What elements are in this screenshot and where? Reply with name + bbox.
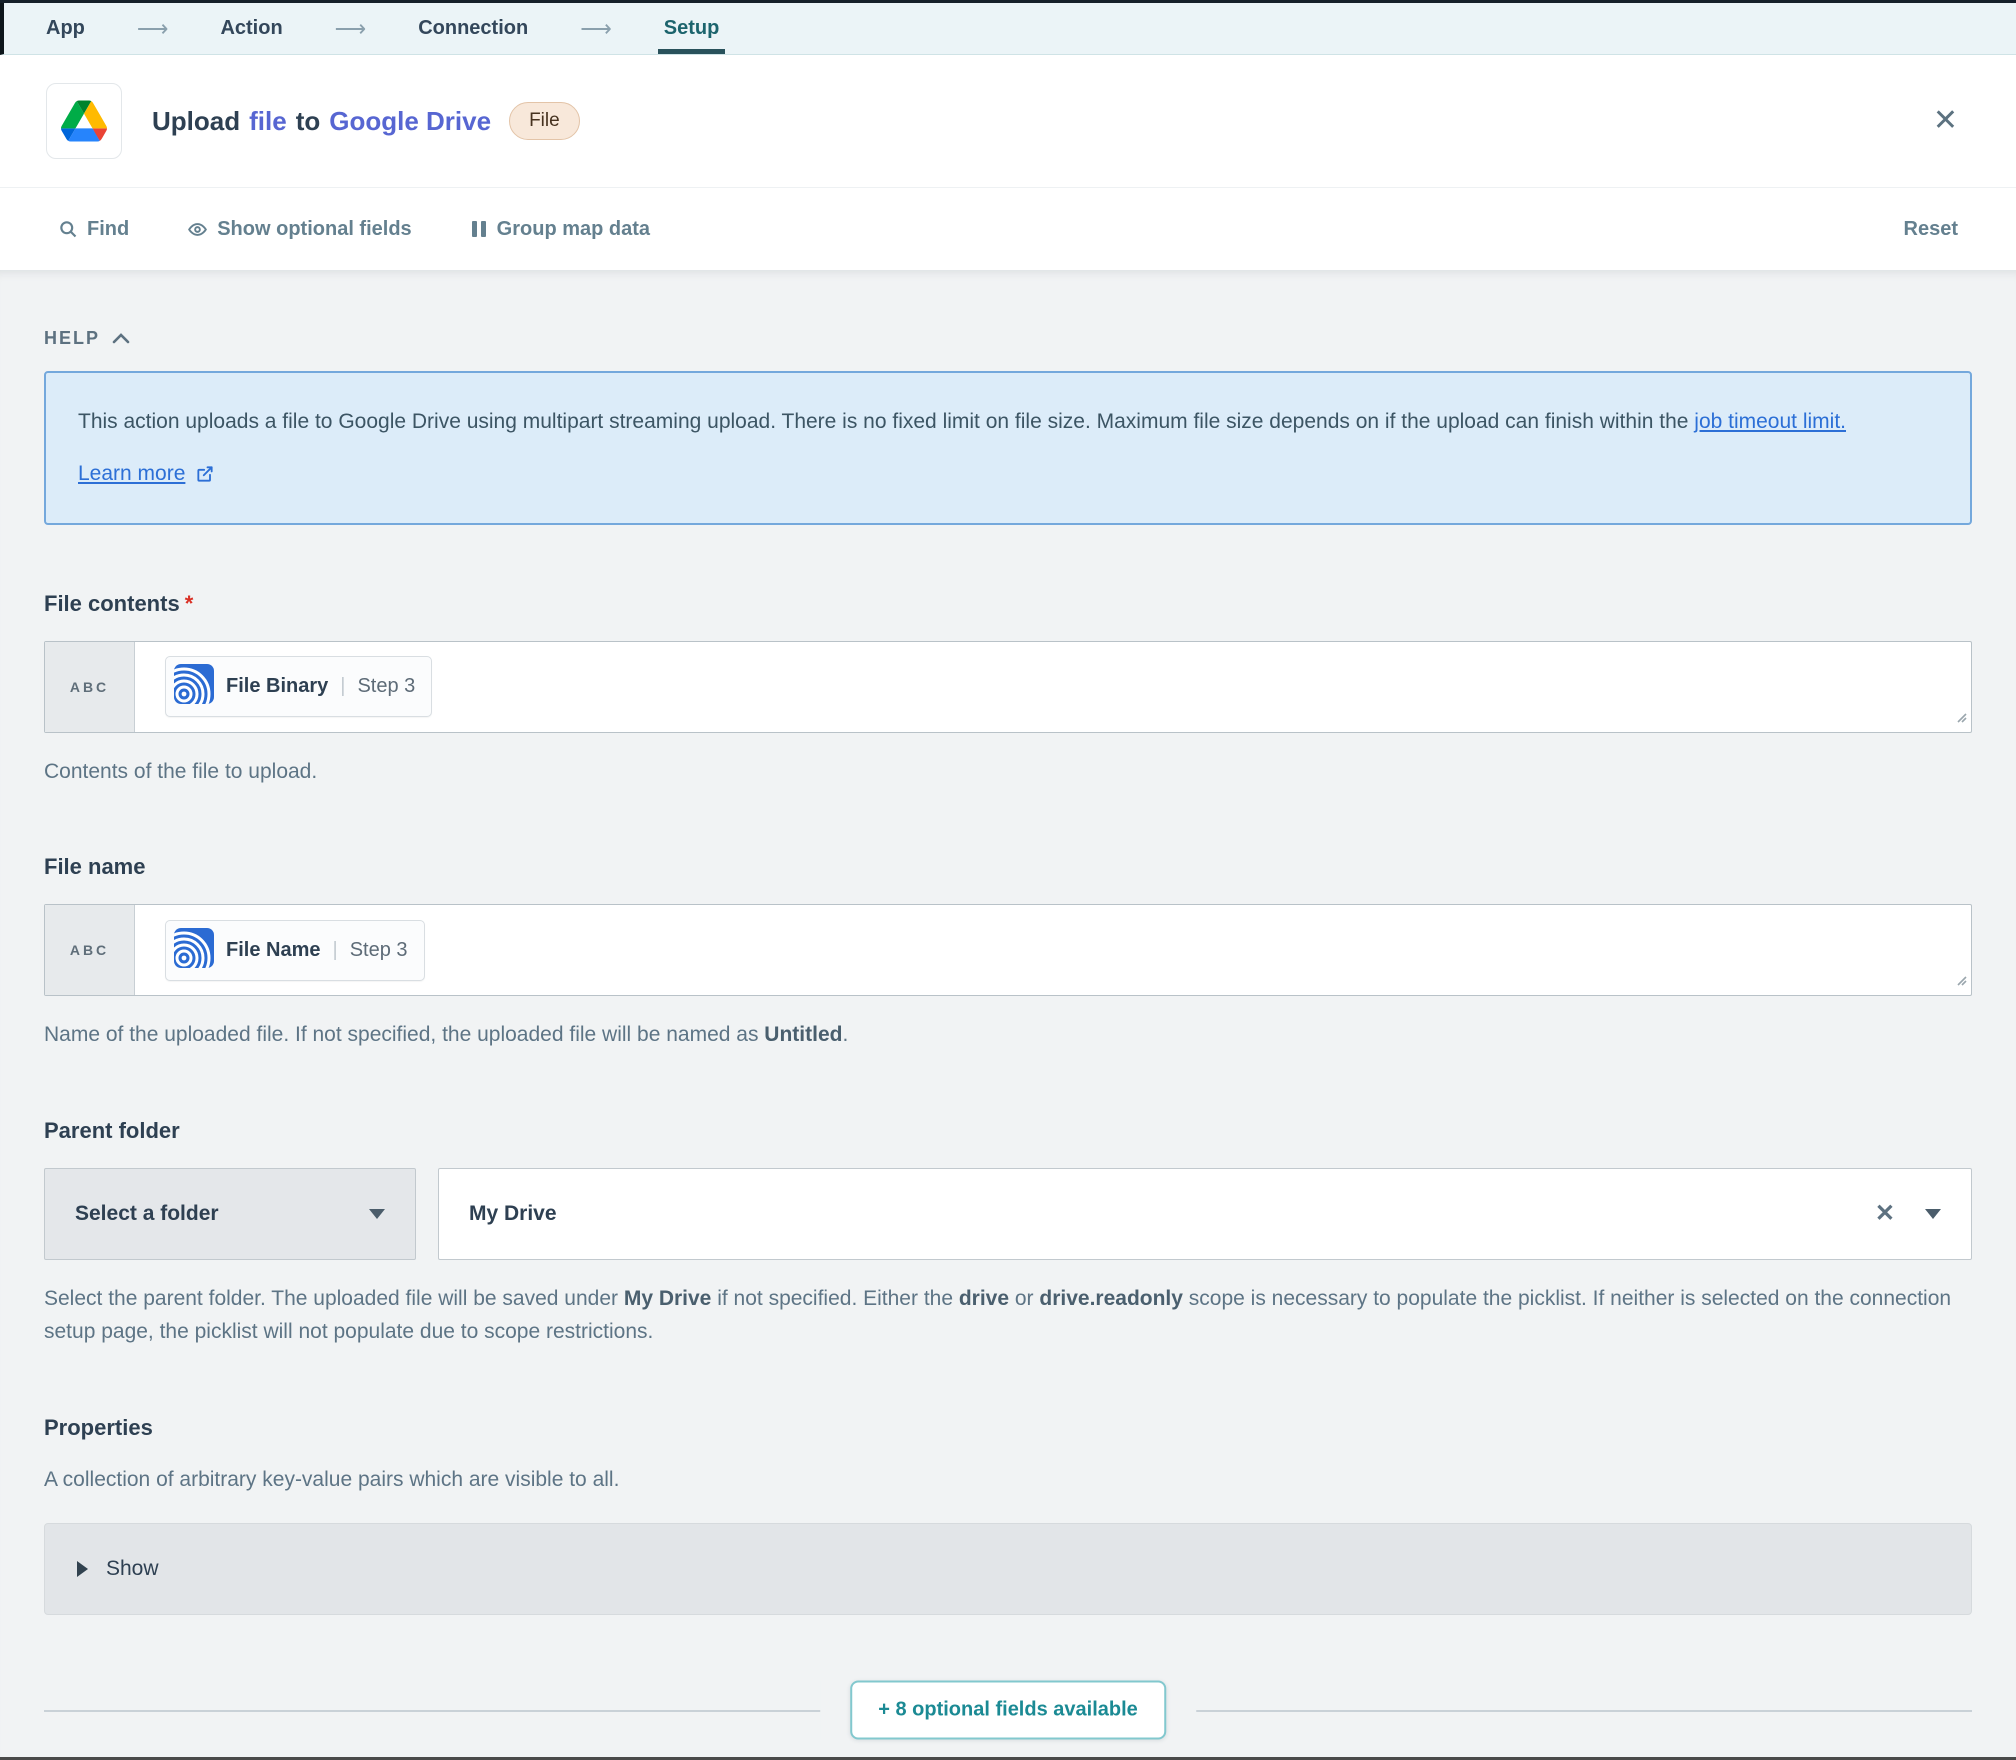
parent-folder-value: My Drive (469, 1202, 557, 1226)
parent-folder-label: Parent folder (44, 1118, 1972, 1144)
pf-help-bold: drive (959, 1287, 1009, 1310)
parent-folder-help: Select the parent folder. The uploaded f… (44, 1282, 1972, 1349)
reset-button[interactable]: Reset (1904, 218, 1958, 241)
file-name-help: Name of the uploaded file. If not specif… (44, 1018, 1972, 1052)
file-name-help-text: Name of the uploaded file. If not specif… (44, 1023, 764, 1046)
data-type-abc-badge: ABC (45, 905, 135, 995)
folder-picker-label: Select a folder (75, 1202, 219, 1226)
eye-icon (187, 219, 208, 240)
field-toolbar: Find Show optional fields Group map data… (0, 188, 2016, 270)
learn-more-link[interactable]: Learn more (78, 455, 185, 493)
show-optional-fields-button[interactable]: Show optional fields (187, 218, 411, 241)
help-label: HELP (44, 328, 100, 349)
folder-picker-dropdown[interactable]: Select a folder (44, 1168, 416, 1260)
breadcrumb-arrow-icon: ⟶ (580, 3, 612, 54)
google-drive-icon (46, 83, 122, 159)
group-map-data-button[interactable]: Group map data (470, 218, 650, 241)
triangle-right-icon (77, 1561, 88, 1577)
title-word-to: to (296, 106, 321, 137)
page-title: Upload file to Google Drive (152, 106, 491, 137)
file-contents-label-text: File contents (44, 591, 180, 616)
file-name-help-bold: Untitled (764, 1023, 842, 1046)
data-type-abc-badge: ABC (45, 642, 135, 732)
datapill-separator: | (332, 939, 337, 962)
file-name-help-period: . (842, 1023, 848, 1046)
help-callout: This action uploads a file to Google Dri… (44, 371, 1972, 525)
pf-help-bold: drive.readonly (1039, 1287, 1183, 1310)
show-optional-fields-label: Show optional fields (217, 218, 411, 241)
show-toggle-label: Show (106, 1557, 159, 1581)
find-label: Find (87, 218, 129, 241)
job-timeout-link[interactable]: job timeout limit. (1694, 410, 1846, 433)
chevron-down-icon (369, 1209, 385, 1219)
required-asterisk: * (185, 591, 194, 616)
file-name-input[interactable]: ABC (44, 904, 1972, 996)
breadcrumb-app[interactable]: App (46, 3, 85, 54)
file-name-datapill[interactable]: File Name | Step 3 (165, 920, 425, 981)
pf-help-seg: if not specified. Either the (711, 1287, 958, 1310)
file-contents-label: File contents* (44, 591, 1972, 617)
chevron-down-icon[interactable] (1925, 1209, 1941, 1219)
external-link-icon (195, 464, 215, 484)
pf-help-seg: Select the parent folder. The uploaded f… (44, 1287, 624, 1310)
file-name-label: File name (44, 854, 1972, 880)
resize-handle-icon[interactable] (1953, 709, 1967, 728)
breadcrumb-action[interactable]: Action (220, 3, 282, 54)
pf-help-seg: or (1009, 1287, 1039, 1310)
help-toggle[interactable]: HELP (44, 328, 1972, 349)
parent-folder-value-input[interactable]: My Drive ✕ (438, 1168, 1972, 1260)
chevron-up-icon (112, 328, 130, 349)
setup-form: HELP This action uploads a file to Googl… (0, 270, 2016, 1760)
breadcrumb-arrow-icon: ⟶ (335, 3, 367, 54)
datapill-name: File Binary (226, 675, 328, 698)
reset-label: Reset (1904, 218, 1958, 241)
properties-label: Properties (44, 1415, 1972, 1441)
datapill-step: Step 3 (357, 675, 415, 698)
datapill-name: File Name (226, 939, 320, 962)
breadcrumb-setup[interactable]: Setup (664, 3, 720, 54)
action-header: Upload file to Google Drive File ✕ (0, 55, 2016, 188)
pf-help-bold: My Drive (624, 1287, 712, 1310)
clear-value-icon[interactable]: ✕ (1875, 1202, 1895, 1226)
group-map-data-label: Group map data (497, 218, 650, 241)
step-app-icon (174, 928, 214, 973)
resize-handle-icon[interactable] (1953, 972, 1967, 991)
datapill-separator: | (340, 675, 345, 698)
properties-help: A collection of arbitrary key-value pair… (44, 1463, 1972, 1497)
close-icon[interactable]: ✕ (1933, 106, 1958, 136)
file-contents-help: Contents of the file to upload. (44, 755, 1972, 789)
optional-fields-button[interactable]: + 8 optional fields available (850, 1680, 1166, 1739)
file-binary-datapill[interactable]: File Binary | Step 3 (165, 656, 432, 717)
breadcrumb-connection[interactable]: Connection (418, 3, 528, 54)
breadcrumb: App ⟶ Action ⟶ Connection ⟶ Setup (0, 3, 2016, 55)
search-icon (58, 219, 78, 239)
title-word-upload: Upload (152, 106, 240, 137)
title-link-google-drive[interactable]: Google Drive (329, 106, 491, 137)
title-link-file[interactable]: file (249, 106, 287, 137)
optional-fields-row: + 8 optional fields available (44, 1677, 1972, 1743)
group-bars-icon (470, 219, 488, 239)
help-body-text: This action uploads a file to Google Dri… (78, 410, 1694, 433)
find-button[interactable]: Find (58, 218, 129, 241)
setup-panel: App ⟶ Action ⟶ Connection ⟶ Setup Upload… (0, 3, 2016, 1760)
file-contents-input[interactable]: ABC (44, 641, 1972, 733)
file-type-badge: File (509, 102, 580, 140)
properties-show-toggle[interactable]: Show (44, 1523, 1972, 1615)
breadcrumb-arrow-icon: ⟶ (137, 3, 169, 54)
step-app-icon (174, 664, 214, 709)
datapill-step: Step 3 (350, 939, 408, 962)
